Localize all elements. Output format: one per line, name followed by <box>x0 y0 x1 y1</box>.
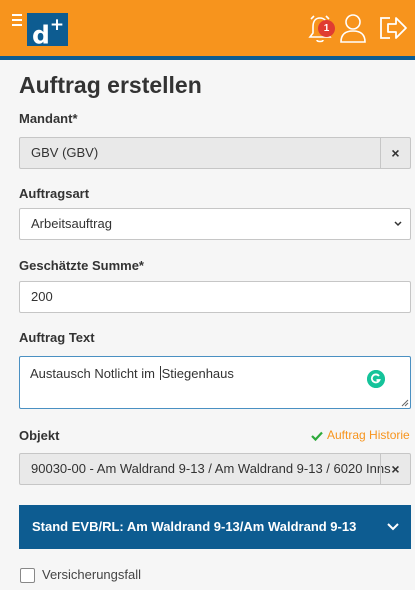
top-bar-divider <box>0 56 415 60</box>
notification-badge: 1 <box>318 20 335 37</box>
versicherungsfall-checkbox[interactable] <box>20 568 35 583</box>
mandant-value: GBV (GBV) <box>31 145 99 160</box>
auftrag-text-area[interactable]: Austausch Notlicht im Stiegenhaus <box>19 356 411 409</box>
logo-text: d <box>32 20 50 50</box>
objekt-clear-button[interactable]: × <box>380 454 410 484</box>
objekt-field: 90030-00 - Am Waldrand 9-13 / Am Waldran… <box>19 453 411 485</box>
resize-grip-icon[interactable] <box>401 399 409 407</box>
user-icon[interactable] <box>340 12 366 44</box>
check-icon <box>311 431 323 442</box>
logo-plus: + <box>49 15 65 35</box>
versicherungsfall-label: Versicherungsfall <box>42 567 141 582</box>
auftrag-text-before: Austausch Notlicht im <box>30 366 159 381</box>
chevron-down-icon <box>387 523 399 531</box>
summe-value: 200 <box>31 289 53 304</box>
auftragsart-label: Auftragsart <box>19 186 90 201</box>
objekt-label: Objekt <box>19 428 60 443</box>
auftragsart-value: Arbeitsauftrag <box>31 216 112 231</box>
auftrag-text-label: Auftrag Text <box>19 330 95 345</box>
mandant-label: Mandant* <box>19 111 78 126</box>
auftrag-historie-link[interactable]: Auftrag Historie <box>327 428 410 442</box>
menu-icon[interactable] <box>12 14 22 26</box>
auftragsart-select[interactable]: Arbeitsauftrag <box>19 208 411 240</box>
page-title: Auftrag erstellen <box>19 72 202 98</box>
summe-input[interactable]: 200 <box>19 281 411 313</box>
grammarly-icon[interactable] <box>367 370 385 388</box>
app-logo[interactable]: d+ <box>27 13 68 50</box>
mandant-field: GBV (GBV) × <box>19 137 411 169</box>
logout-icon[interactable] <box>378 12 408 44</box>
auftrag-text-after: Stiegenhaus <box>161 366 234 381</box>
objekt-value: 90030-00 - Am Waldrand 9-13 / Am Waldran… <box>31 461 391 476</box>
stand-accordion[interactable]: Stand EVB/RL: Am Waldrand 9-13/Am Waldra… <box>19 505 411 549</box>
text-caret <box>159 366 161 380</box>
chevron-down-icon <box>394 221 402 227</box>
summe-label: Geschätzte Summe* <box>19 258 144 273</box>
stand-accordion-label: Stand EVB/RL: Am Waldrand 9-13/Am Waldra… <box>32 519 357 534</box>
mandant-clear-button[interactable]: × <box>380 138 410 168</box>
